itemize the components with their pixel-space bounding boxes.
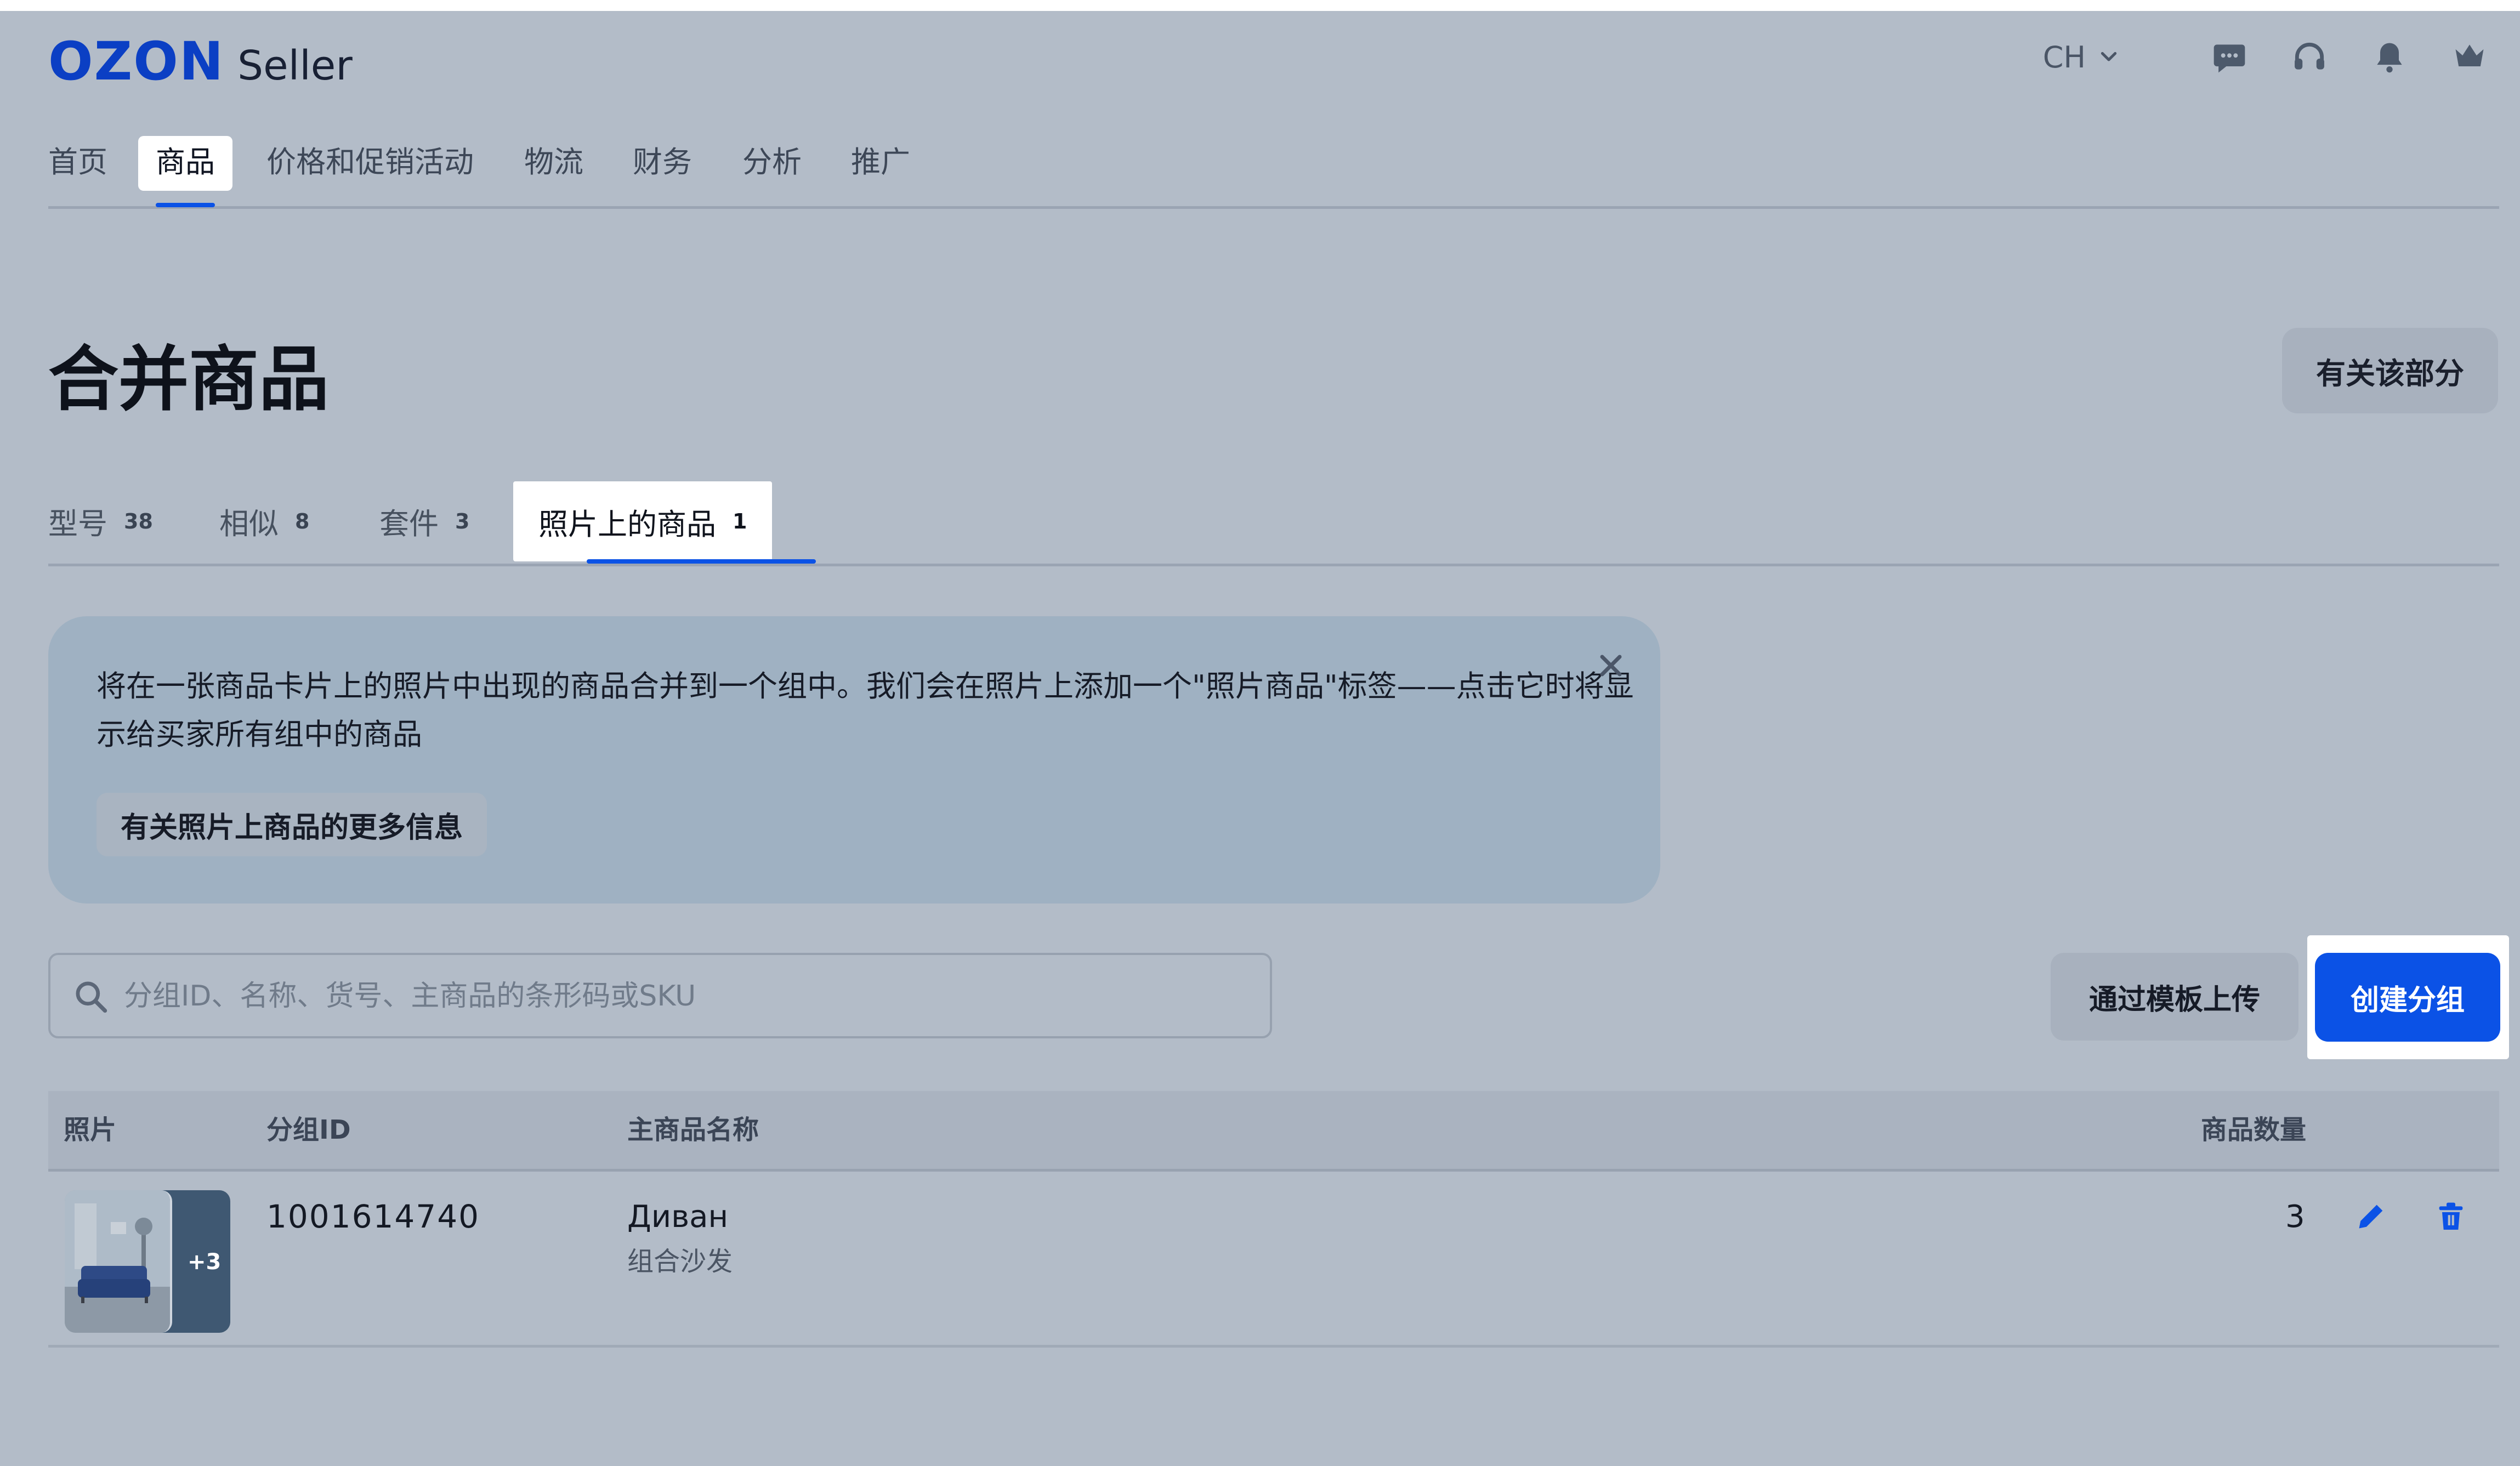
tab-count: 38 [124,509,153,533]
search-input[interactable] [123,955,1255,1037]
chat-icon[interactable] [2210,37,2249,77]
main-nav: 首页 商品 价格和促销活动 物流 财务 分析 推广 [48,136,2499,209]
tab-count: 3 [455,509,470,533]
create-group-highlight: 创建分组 [2307,935,2509,1059]
banner-text: 将在一张商品卡片上的照片中出现的商品合并到一个组中。我们会在照片上添加一个"照片… [97,669,1634,752]
bell-icon[interactable] [2370,37,2409,77]
tab-label: 型号 [48,507,107,541]
product-count: 3 [2285,1199,2305,1235]
trash-icon[interactable] [2433,1199,2468,1234]
header-actions: CH [2043,37,2489,77]
tab-kits[interactable]: 套件 3 [379,481,469,561]
nav-item-finance[interactable]: 财务 [633,136,692,191]
language-label: CH [2042,39,2086,75]
main-product-name[interactable]: Диван [627,1199,728,1235]
about-section-button[interactable]: 有关该部分 [2282,328,2498,413]
pencil-icon[interactable] [2353,1199,2388,1234]
group-id: 1001614740 [266,1198,480,1235]
tab-label: 照片上的商品 [538,507,716,542]
page-title: 合并商品 [48,339,330,421]
nav-item-analytics[interactable]: 分析 [742,136,802,191]
tab-products-in-photo[interactable]: 照片上的商品 1 [513,481,773,561]
column-header-group-id[interactable]: 分组ID [266,1091,351,1169]
logo-text: Seller [237,42,353,89]
nav-item-prices-promotions[interactable]: 价格和促销活动 [266,136,474,191]
tab-label: 套件 [379,507,439,541]
search-box [48,953,1272,1038]
info-banner: 将在一张商品卡片上的照片中出现的商品合并到一个组中。我们会在照片上添加一个"照片… [48,616,1660,904]
extra-photos-count: +3 [188,1249,222,1275]
column-header-main-product[interactable]: 主商品名称 [627,1091,759,1169]
app-root: OZON Seller CH 首页 商品 价格和促销活动 物流 财务 分析 推广… [0,0,2520,1466]
search-icon [76,981,107,1013]
table-header: 照片 分组ID 主商品名称 商品数量 [48,1091,2499,1172]
column-header-photo: 照片 [64,1115,117,1145]
support-headset-icon[interactable] [2290,37,2329,77]
logo-mark: OZON [48,31,225,92]
nav-item-promotion[interactable]: 推广 [851,136,910,191]
table-row[interactable]: +3 1001614740 Диван 组合沙发 3 [48,1172,2499,1348]
tab-count: 8 [295,509,310,533]
product-photo-stack[interactable]: +3 [65,1190,230,1333]
tab-count: 1 [733,509,747,533]
column-header-product-count[interactable]: 商品数量 [2201,1091,2306,1169]
tab-active-indicator [587,559,816,564]
close-icon[interactable] [1593,648,1628,683]
nav-item-logistics[interactable]: 物流 [524,136,583,191]
create-group-button[interactable]: 创建分组 [2315,953,2500,1042]
sofa-photo-image [65,1190,170,1333]
tab-models[interactable]: 型号 38 [48,481,153,561]
tab-label: 相似 [219,507,279,541]
chevron-down-icon [2101,52,2117,61]
tab-similar[interactable]: 相似 8 [219,481,309,561]
merge-tabs: 型号 38 相似 8 套件 3 照片上的商品 1 [48,481,2499,566]
crown-icon[interactable] [2450,37,2489,77]
nav-active-indicator [156,203,215,207]
product-photo [65,1190,172,1333]
upload-template-button[interactable]: 通过模板上传 [2051,953,2298,1041]
page-overlay: OZON Seller CH 首页 商品 价格和促销活动 物流 财务 分析 推广… [0,11,2520,1466]
language-selector[interactable]: CH [2043,40,2120,75]
more-info-button[interactable]: 有关照片上商品的更多信息 [97,793,487,856]
nav-item-home[interactable]: 首页 [48,136,107,191]
main-product-subtitle: 组合沙发 [627,1246,733,1277]
nav-item-products[interactable]: 商品 [138,136,232,191]
ozon-seller-logo[interactable]: OZON Seller [48,31,353,92]
